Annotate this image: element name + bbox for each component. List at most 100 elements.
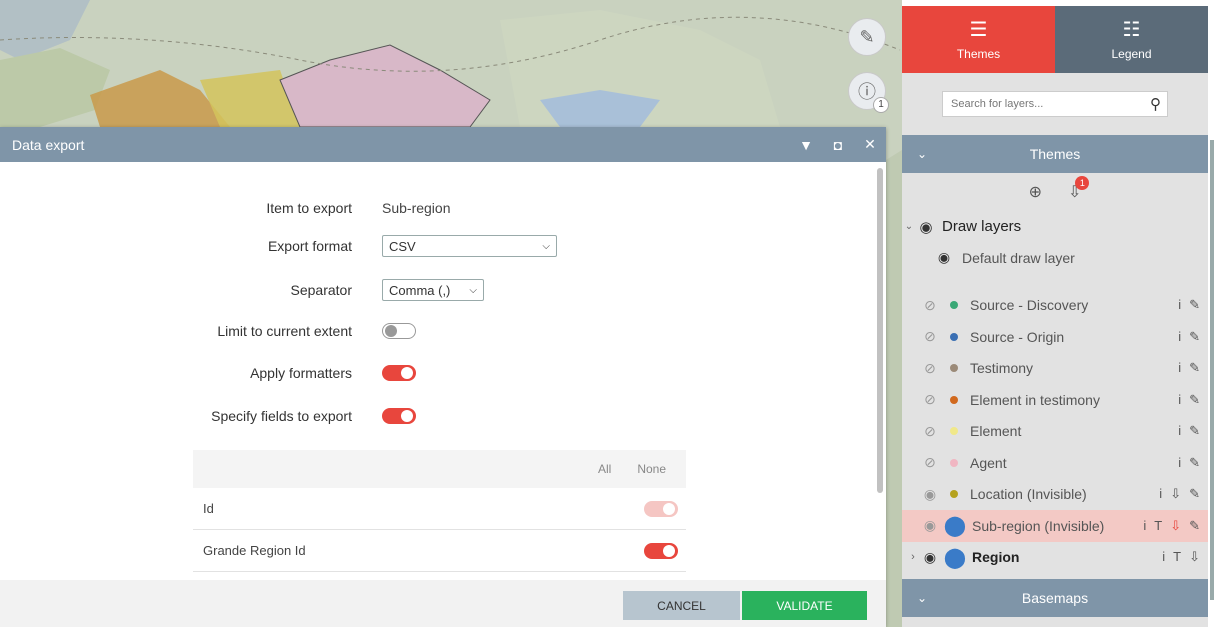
filter-icon[interactable]: ⇩ (1189, 549, 1200, 565)
layer-row-subregion[interactable]: ◉ ⬤ Sub-region (Invisible) i T ⇩ ✎ (902, 510, 1208, 542)
chevron-down-icon: ⌄ (916, 147, 928, 161)
chevron-down-icon: ⌵ (542, 240, 550, 252)
format-label: Export format (267, 238, 352, 254)
field-row: Id (193, 488, 686, 530)
draw-tool-button[interactable]: ✎ (848, 18, 886, 56)
info-icon[interactable]: i (1178, 423, 1181, 439)
dialog-header[interactable]: Data export ▼ ◘ ✕ (0, 127, 886, 162)
eye-icon[interactable]: ◉ (920, 549, 940, 566)
info-icon[interactable]: i (1178, 455, 1181, 471)
layer-row[interactable]: ⊘ Source - Origin i ✎ (902, 321, 1208, 353)
layer-row[interactable]: ◉ Location (Invisible) i ⇩ ✎ (902, 479, 1208, 511)
pencil-icon[interactable]: ✎ (1189, 360, 1200, 376)
separator-select[interactable]: Comma (,) ⌵ (382, 279, 484, 301)
dialog-title: Data export (12, 136, 85, 153)
layer-row[interactable]: ⊘ Agent i ✎ (902, 447, 1208, 479)
eye-off-icon[interactable]: ⊘ (920, 454, 940, 471)
dialog-scrollbar[interactable] (877, 168, 883, 493)
draw-layers-group[interactable]: ⌄ ◉ Draw layers (902, 211, 1208, 242)
text-label-icon[interactable]: T (1173, 549, 1181, 565)
search-input[interactable] (951, 98, 1131, 110)
zoom-layer-icon[interactable]: ⊕ (1029, 182, 1042, 202)
eye-off-icon[interactable]: ⊘ (920, 328, 940, 345)
panel-scrollbar[interactable] (1210, 140, 1214, 600)
formatters-toggle[interactable] (382, 365, 416, 381)
select-none-link[interactable]: None (637, 462, 666, 476)
item-row: Item to export Sub-region (0, 200, 700, 216)
eye-off-icon[interactable]: ⊘ (920, 391, 940, 408)
tab-themes[interactable]: ☰ Themes (902, 6, 1055, 73)
select-all-link[interactable]: All (598, 462, 611, 476)
pencil-icon[interactable]: ✎ (1189, 423, 1200, 439)
field-row: Grande Region Id (193, 530, 686, 572)
filter-count-badge: 1 (1075, 176, 1090, 190)
pencil-icon[interactable]: ✎ (1189, 518, 1200, 534)
basemaps-title: Basemaps (1021, 590, 1089, 606)
eye-off-icon[interactable]: ⊘ (920, 423, 940, 440)
window-icon: ◘ (833, 136, 843, 153)
separator-value: Comma (,) (389, 282, 451, 298)
info-icon[interactable]: i (1178, 329, 1181, 345)
pencil-icon[interactable]: ✎ (1189, 329, 1200, 345)
format-value: CSV (389, 238, 416, 254)
region-name: Region (972, 549, 1020, 566)
pencil-icon[interactable]: ✎ (1189, 297, 1200, 313)
map-pin-icon: ⬤ (943, 515, 967, 538)
list-icon: ☰ (969, 18, 988, 41)
pencil-icon[interactable]: ✎ (1189, 392, 1200, 408)
default-draw-layer-label: Default draw layer (962, 249, 1075, 266)
search-icon[interactable]: ⚲ (1150, 95, 1161, 113)
fields-table: All None Id Grande Region Id (193, 450, 686, 572)
info-icon[interactable]: i (1178, 360, 1181, 376)
basemaps-section-header[interactable]: ⌄ Basemaps (902, 579, 1208, 617)
format-select[interactable]: CSV ⌵ (382, 235, 557, 257)
pencil-icon[interactable]: ✎ (1189, 486, 1200, 502)
cancel-button[interactable]: CANCEL (623, 591, 740, 620)
layer-row[interactable]: ⊘ Element in testimony i ✎ (902, 384, 1208, 416)
info-icon[interactable]: i (1159, 486, 1162, 502)
data-export-dialog: Data export ▼ ◘ ✕ Item to export Sub-reg… (0, 127, 886, 627)
layer-row-region[interactable]: › ◉ ⬤ Region i T ⇩ (902, 542, 1208, 574)
collapse-dialog-button[interactable]: ▼ (790, 137, 822, 153)
dialog-body: Item to export Sub-region Export format … (0, 162, 886, 580)
info-icon[interactable]: i (1178, 297, 1181, 313)
limit-toggle[interactable] (382, 323, 416, 339)
maximize-dialog-button[interactable]: ◘ (822, 137, 854, 153)
eye-icon[interactable]: ◉ (934, 249, 954, 266)
info-tool-button[interactable]: ⓘ 1 (848, 72, 889, 113)
filter-icon[interactable]: ⇩ 1 (1068, 176, 1090, 202)
search-area: ⚲ (902, 73, 1208, 135)
tab-themes-label: Themes (956, 46, 1001, 61)
eye-icon[interactable]: ◉ (920, 517, 940, 534)
layer-row[interactable]: ⊘ Source - Discovery i ✎ (902, 290, 1208, 322)
layer-color-dot (950, 332, 958, 341)
filter-icon[interactable]: ⇩ (1170, 486, 1181, 502)
layer-panel: ☰ Themes ☷ Legend ⚲ ⌄ Themes ⊕ ⇩1 ⌄ ◉ Dr… (902, 6, 1208, 627)
themes-section-title: Themes (1029, 146, 1081, 162)
theme-tools: ⊕ ⇩ 1 (902, 173, 1208, 211)
field-id-toggle (644, 500, 678, 517)
tab-legend[interactable]: ☷ Legend (1055, 6, 1208, 73)
layer-color-dot (950, 364, 958, 373)
default-draw-layer[interactable]: ◉ Default draw layer (902, 242, 1208, 274)
info-icon[interactable]: i (1143, 518, 1146, 534)
eye-icon[interactable]: ◉ (920, 486, 940, 503)
close-dialog-button[interactable]: ✕ (854, 136, 886, 153)
specify-toggle[interactable] (382, 408, 416, 424)
info-icon[interactable]: i (1178, 392, 1181, 408)
limit-label: Limit to current extent (217, 323, 352, 339)
filter-icon[interactable]: ⇩ (1170, 518, 1181, 534)
chevron-right-icon[interactable]: › (906, 551, 920, 563)
eye-icon[interactable]: ◉ (916, 218, 936, 236)
eye-off-icon[interactable]: ⊘ (920, 360, 940, 377)
field-grande-region-id-toggle[interactable] (644, 542, 678, 559)
layer-row[interactable]: ⊘ Testimony i ✎ (902, 353, 1208, 385)
text-label-icon[interactable]: T (1154, 518, 1162, 534)
dialog-footer: CANCEL VALIDATE (0, 580, 886, 627)
pencil-icon[interactable]: ✎ (1189, 455, 1200, 471)
themes-section-header[interactable]: ⌄ Themes (902, 135, 1208, 173)
eye-off-icon[interactable]: ⊘ (920, 297, 940, 314)
layer-row[interactable]: ⊘ Element i ✎ (902, 416, 1208, 448)
info-icon[interactable]: i (1162, 549, 1165, 565)
validate-button[interactable]: VALIDATE (742, 591, 867, 620)
